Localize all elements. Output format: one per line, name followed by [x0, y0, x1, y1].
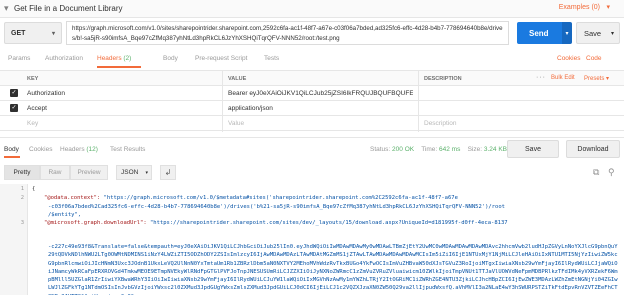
tab-body-label: Body — [163, 55, 178, 62]
presets-dropdown[interactable]: Presets ▾ — [584, 75, 609, 82]
chevron-down-icon: ▾ — [606, 76, 610, 82]
column-description: DESCRIPTION — [424, 76, 462, 82]
tab-headers[interactable]: Headers (2) — [97, 55, 131, 62]
status-label: Status: — [370, 146, 391, 153]
tab-body[interactable]: Body — [163, 55, 178, 62]
download-button[interactable]: Download — [566, 140, 620, 158]
tab-test-results-label: Test Results — [110, 146, 146, 153]
collapse-chevron-icon[interactable]: ▾ — [4, 3, 9, 14]
tab-params[interactable]: Params — [8, 55, 30, 62]
copy-icon[interactable]: ⧉ — [593, 167, 599, 178]
tab-pre-request-label: Pre-request Script — [195, 55, 248, 62]
line-number: 1 — [20, 186, 24, 192]
cookies-link[interactable]: Cookies — [557, 55, 580, 62]
save-button[interactable]: Save ▾ — [576, 22, 620, 44]
presets-label: Presets — [584, 76, 605, 82]
view-pretty-button[interactable]: Pretty — [4, 165, 40, 180]
column-value: VALUE — [228, 76, 247, 82]
time-label: Time: — [421, 146, 438, 153]
active-tab-indicator — [97, 66, 141, 68]
examples-link[interactable]: Examples (0) — [559, 4, 600, 11]
view-raw-button[interactable]: Raw — [40, 165, 70, 180]
tab-response-cookies[interactable]: Cookies — [29, 146, 52, 153]
row-enabled-checkbox[interactable]: ✓ — [10, 89, 18, 97]
more-options-icon[interactable]: ··· — [536, 74, 546, 81]
new-description-input[interactable]: Description — [424, 120, 457, 127]
header-key[interactable]: Authorization — [27, 90, 65, 97]
bulk-edit-link[interactable]: Bulk Edit — [551, 75, 575, 81]
response-divider — [0, 137, 624, 138]
code-link[interactable]: Code — [586, 55, 602, 62]
json-key: "@microsoft.graph.downloadUrl": — [44, 220, 147, 226]
tab-test-results[interactable]: Test Results — [110, 146, 145, 153]
tab-response-headers-count: (12) — [86, 146, 98, 153]
wrap-lines-icon[interactable]: ↲ — [160, 165, 176, 180]
send-options-chevron-icon[interactable]: ▾ — [562, 22, 572, 44]
tab-headers-count: (2) — [123, 55, 132, 62]
header-value[interactable]: application/json — [228, 105, 413, 112]
json-value: "https://graph.microsoft.com/v1.0/$metad… — [103, 195, 458, 201]
format-value: JSON — [121, 169, 139, 176]
header-value[interactable]: Bearer eyJ0eXAiOiJKV1QiLCJub25jZSI6IkFRQ… — [228, 90, 413, 97]
tab-response-headers[interactable]: Headers (12) — [60, 146, 98, 153]
chevron-down-icon: ▾ — [51, 30, 55, 37]
time-value: 642 ms — [439, 146, 461, 153]
json-value-continued: -c03f06a7bded%2Cad325fc6-effc-4d28-b4b7-… — [48, 203, 568, 220]
json-value-line: -c03f06a7bded%2Cad325fc6-effc-4d28-b4b7-… — [48, 204, 505, 210]
tab-tests-label: Tests — [264, 55, 280, 62]
headers-table-header: KEY VALUE DESCRIPTION — [0, 71, 624, 86]
save-label: Save — [584, 28, 602, 38]
table-row: ✓ Authorization Bearer eyJ0eXAiOiJKV1QiL… — [0, 86, 624, 101]
chevron-down-icon: ▾ — [610, 30, 614, 37]
active-tab-indicator — [4, 156, 20, 158]
send-button[interactable]: Send — [517, 22, 562, 44]
tab-authorization[interactable]: Authorization — [45, 55, 83, 62]
row-enabled-checkbox[interactable]: ✓ — [10, 104, 18, 112]
search-icon[interactable]: ⚲ — [608, 167, 615, 178]
url-input[interactable]: https://graph.microsoft.com/v1.0/sites/s… — [66, 21, 509, 45]
format-select[interactable]: JSON ▾ — [116, 165, 152, 180]
column-divider — [222, 71, 223, 132]
json-line-context: "@odata.context": "https://graph.microso… — [44, 194, 458, 202]
chevron-down-icon: ▾ — [145, 169, 148, 176]
save-response-button[interactable]: Save — [507, 140, 559, 158]
tab-params-label: Params — [8, 55, 31, 62]
line-number: 2 — [20, 195, 24, 201]
json-brace: { — [32, 186, 36, 192]
tab-response-headers-label: Headers — [60, 146, 85, 153]
tab-pre-request-script[interactable]: Pre-request Script — [195, 55, 247, 62]
tab-headers-label: Headers — [97, 55, 122, 62]
method-value: GET — [11, 29, 26, 37]
new-value-input[interactable]: Value — [228, 120, 413, 127]
chevron-down-icon[interactable]: ▾ — [606, 3, 610, 11]
request-title[interactable]: Get File in a Document Library — [14, 4, 123, 13]
header-key[interactable]: Accept — [27, 105, 47, 112]
new-key-input[interactable]: Key — [27, 120, 38, 127]
size-value: 3.24 KB — [483, 146, 507, 153]
column-key: KEY — [27, 76, 39, 82]
tab-tests[interactable]: Tests — [264, 55, 279, 62]
view-preview-button[interactable]: Preview — [70, 165, 108, 180]
json-line-download: "@microsoft.graph.downloadUrl": "https:/… — [44, 219, 508, 227]
response-status: Status: 200 OK Time: 642 ms Size: 3.24 K… — [370, 146, 507, 153]
tab-response-body-label: Body — [4, 146, 19, 153]
tab-response-cookies-label: Cookies — [29, 146, 53, 153]
line-number-gutter: 1 2 3 — [0, 184, 28, 295]
status-value: 200 OK — [392, 146, 415, 153]
column-divider — [418, 71, 419, 132]
table-row: ✓ Accept application/json — [0, 101, 624, 116]
tab-response-body[interactable]: Body — [4, 146, 19, 153]
table-row-new: Key Value Description — [0, 116, 624, 131]
line-number: 3 — [20, 220, 24, 226]
json-value-continued: -c227c49e93f8&Translate=false&tempauth=e… — [48, 244, 618, 295]
json-value: "https://sharepointrider.sharepoint.com/… — [149, 220, 508, 226]
json-value-line: /$entity", — [48, 212, 82, 219]
title-bar: ▾ Get File in a Document Library Example… — [0, 0, 624, 18]
size-label: Size: — [467, 146, 483, 153]
tab-authorization-label: Authorization — [45, 55, 83, 62]
json-key: "@odata.context": — [44, 195, 101, 201]
method-select[interactable]: GET ▾ — [4, 22, 62, 44]
